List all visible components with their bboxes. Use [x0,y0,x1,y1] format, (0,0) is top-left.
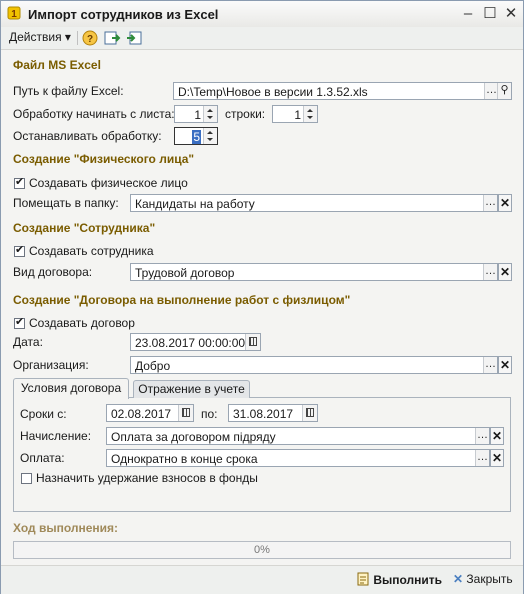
run-icon [357,572,369,586]
app-icon: 1 [7,6,21,20]
payment-label: Оплата: [20,451,65,465]
tab-contract-terms[interactable]: Условия договора [13,378,129,399]
progress-text: 0% [254,544,270,556]
browse-icon[interactable]: … [483,264,497,280]
toolbar: Действия ▾ ? [1,27,523,50]
create-contract-checkbox[interactable]: ✔ [14,316,25,329]
calendar-icon[interactable] [245,334,260,350]
close-x-icon: ✕ [453,572,464,586]
toolbar-separator [77,31,78,45]
progress-title: Ход выполнения: [13,521,119,535]
search-icon[interactable]: ⚲ [497,83,511,99]
period-to-field[interactable]: 31.08.2017 [228,404,318,422]
period-from-field[interactable]: 02.08.2017 [106,404,194,422]
actions-menu-button[interactable]: Действия ▾ [9,30,71,44]
organization-field[interactable]: Добро … [130,356,498,374]
progress-bar: 0% [13,541,511,559]
browse-icon[interactable]: … [475,428,489,444]
svg-text:?: ? [87,34,93,45]
folder-value: Кандидаты на работу [135,197,255,211]
check-icon: ✔ [15,176,25,188]
browse-icon[interactable]: … [475,450,489,466]
period-from-value: 02.08.2017 [111,407,172,421]
employee-section-title: Создание "Сотрудника" [13,221,156,235]
organization-label: Организация: [13,358,89,372]
calendar-icon[interactable] [302,405,317,421]
contract-tabs: Условия договора Отражение в учете Сроки… [13,378,511,512]
excel-path-field[interactable]: D:\Temp\Новое в версии 1.3.52.xls … ⚲ [173,82,512,100]
spin-arrows-icon[interactable] [203,106,217,122]
check-icon: ✔ [15,244,25,256]
organization-value: Добро [135,359,171,373]
create-employee-checkbox[interactable]: ✔ [14,244,25,257]
actions-label: Действия [9,30,62,44]
date-label: Дата: [13,335,43,349]
start-sheet-stepper[interactable]: 1 [174,105,218,123]
clear-icon[interactable]: ✕ [498,194,512,212]
start-sheet-value: 1 [194,108,201,122]
excel-section-title: Файл MS Excel [13,58,101,72]
close-label: Закрыть [466,572,513,586]
withhold-contributions-label: Назначить удержание взносов в фонды [36,471,258,485]
person-section-title: Создание "Физического лица" [13,152,195,166]
clear-icon[interactable]: ✕ [498,356,512,374]
payment-field[interactable]: Однократно в конце срока … [106,449,490,467]
tab-accounting[interactable]: Отражение в учете [133,380,250,398]
folder-field[interactable]: Кандидаты на работу … [130,194,498,212]
start-row-value: 1 [294,108,301,122]
date-value: 23.08.2017 00:00:00 [135,336,246,350]
start-row-label: строки: [225,107,266,121]
check-icon: ✔ [15,316,25,328]
svg-text:1: 1 [11,9,17,20]
chevron-down-icon: ▾ [64,30,71,44]
clear-icon[interactable]: ✕ [490,427,504,445]
payment-value: Однократно в конце срока [111,452,258,466]
minimize-icon[interactable]: – [459,5,477,23]
withhold-contributions-checkbox[interactable] [21,473,32,484]
start-sheet-label: Обработку начинать с листа: [13,107,175,121]
date-field[interactable]: 23.08.2017 00:00:00 [130,333,261,351]
clear-icon[interactable]: ✕ [498,263,512,281]
window-title: Импорт сотрудников из Excel [28,7,219,22]
browse-icon[interactable]: … [484,83,498,99]
maximize-icon[interactable]: ☐ [481,5,499,23]
accrual-field[interactable]: Оплата за договором підряду … [106,427,490,445]
close-button[interactable]: ✕ Закрыть [453,572,513,586]
import-window: 1 Импорт сотрудников из Excel – ☐ ✕ Дейс… [0,0,524,594]
contract-type-value: Трудовой договор [135,266,235,280]
stop-after-stepper[interactable]: 5 [174,127,218,145]
footer-bar: Выполнить ✕ Закрыть [1,565,523,594]
period-to-label: по: [201,407,218,421]
spin-arrows-icon[interactable] [203,128,217,144]
contract-type-label: Вид договора: [13,265,93,279]
create-person-checkbox[interactable]: ✔ [14,176,25,189]
browse-icon[interactable]: … [483,195,497,211]
load-settings-icon[interactable] [103,29,121,47]
accrual-value: Оплата за договором підряду [111,430,276,444]
close-window-icon[interactable]: ✕ [502,5,520,23]
calendar-icon[interactable] [178,405,193,421]
stop-after-value: 5 [192,130,201,144]
contract-type-field[interactable]: Трудовой договор … [130,263,498,281]
create-person-label: Создавать физическое лицо [29,176,188,190]
excel-path-label: Путь к файлу Excel: [13,84,124,98]
clear-icon[interactable]: ✕ [490,449,504,467]
contract-section-title: Создание "Договора на выполнение работ с… [13,293,351,307]
help-icon[interactable]: ? [81,29,99,47]
run-label: Выполнить [373,573,443,587]
save-settings-icon[interactable] [125,29,143,47]
browse-icon[interactable]: … [483,357,497,373]
create-employee-label: Создавать сотрудника [29,244,154,258]
stop-after-label: Останавливать обработку: [13,129,162,143]
excel-path-value: D:\Temp\Новое в версии 1.3.52.xls [178,85,368,99]
create-contract-label: Создавать договор [29,316,135,330]
accrual-label: Начисление: [20,429,92,443]
folder-label: Помещать в папку: [13,196,119,210]
run-button[interactable]: Выполнить [356,572,442,587]
title-bar[interactable]: 1 Импорт сотрудников из Excel – ☐ ✕ [1,1,523,28]
period-to-value: 31.08.2017 [233,407,294,421]
spin-arrows-icon[interactable] [303,106,317,122]
start-row-stepper[interactable]: 1 [272,105,318,123]
period-from-label: Сроки с: [20,407,67,421]
